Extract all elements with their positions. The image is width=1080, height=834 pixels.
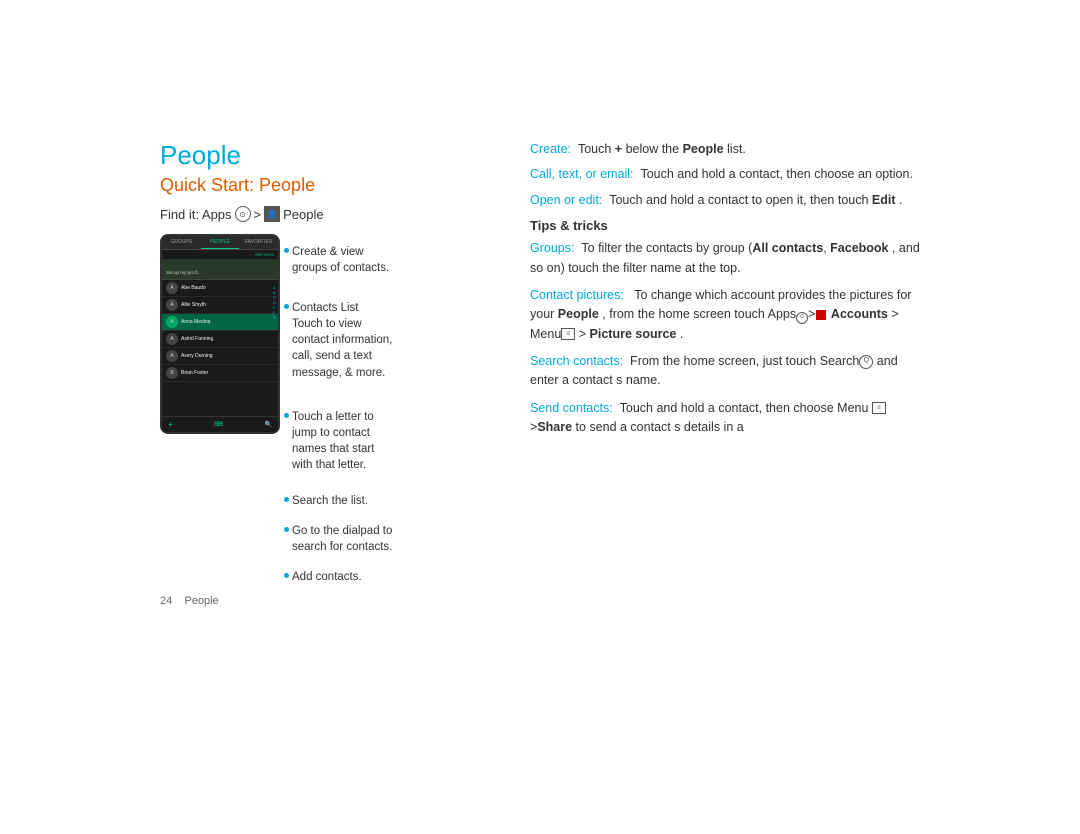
phone-setup-row: Set up my pro fi... <box>162 259 278 280</box>
page-container: People Quick Start: People Find it: Apps… <box>0 0 1080 834</box>
phone-letter-index: A B C D E F G <box>273 286 276 320</box>
tip-search-contacts: Search contacts: From the home screen, j… <box>530 352 920 391</box>
callout-search: Search the list. <box>292 493 392 509</box>
section-call-text-email: Call, text, or email: Touch and hold a c… <box>530 165 920 184</box>
phone-contact-abe: A Abe Baudo <box>162 280 278 297</box>
tip-groups: Groups: To filter the contacts by group … <box>530 239 920 278</box>
avatar-avery: A <box>166 350 178 362</box>
arrow-separator: > <box>254 207 262 222</box>
phone-contact-brian: B Brian Foster <box>162 365 278 382</box>
phone-mockup: GROUPS PEOPLE FAVORITES SEP 20/21 Set up… <box>160 234 280 434</box>
menu-icon: ≡ <box>561 328 575 340</box>
tip-groups-label: Groups: <box>530 241 574 255</box>
tip-send-contacts-label: Send contacts: <box>530 401 613 415</box>
callout-dot-letter <box>284 413 289 418</box>
callout-groups: Create & viewgroups of contacts. <box>292 244 392 276</box>
callout-dot-contacts <box>284 304 289 309</box>
callout-dot-groups <box>284 248 289 253</box>
find-it: Find it: Apps ⊙ > 👤 People <box>160 206 500 222</box>
red-square-icon <box>816 310 826 320</box>
callout-contacts-list: Contacts ListTouch to viewcontact inform… <box>292 300 392 380</box>
contact-name-abe: Abe Baudo <box>181 285 206 291</box>
phone-and-callouts: GROUPS PEOPLE FAVORITES SEP 20/21 Set up… <box>160 234 500 585</box>
right-column: Create: Touch + below the People list. C… <box>530 140 920 607</box>
open-edit-line: Open or edit: Touch and hold a contact t… <box>530 191 920 210</box>
content-area: People Quick Start: People Find it: Apps… <box>160 140 920 607</box>
phone-tabs: GROUPS PEOPLE FAVORITES <box>162 236 278 250</box>
phone-tab-groups: GROUPS <box>162 236 201 249</box>
avatar-allie: A <box>166 299 178 311</box>
people-icon-small: 👤 <box>264 206 280 222</box>
create-label: Create: <box>530 142 571 156</box>
contact-name-anna: Anna Medina <box>181 319 210 325</box>
avatar-abe: A <box>166 282 178 294</box>
left-column: People Quick Start: People Find it: Apps… <box>160 140 500 607</box>
apps-icon: ⊙ <box>235 206 251 222</box>
section-create: Create: Touch + below the People list. <box>530 140 920 159</box>
callout-letter: Touch a letter tojump to contactnames th… <box>292 409 392 473</box>
dialpad-icon: ⌨ <box>214 421 223 428</box>
search-phone-icon: 🔍 <box>265 421 272 428</box>
phone-header: SEP 20/21 <box>162 250 278 259</box>
tip-groups-line: Groups: To filter the contacts by group … <box>530 239 920 278</box>
phone-bottom-bar: + ⌨ 🔍 <box>162 416 278 432</box>
search-icon: Q <box>859 355 873 369</box>
callout-add: Add contacts. <box>292 569 392 585</box>
menu-icon-2: ≡ <box>872 402 886 414</box>
section-open-edit: Open or edit: Touch and hold a contact t… <box>530 191 920 210</box>
subtitle: Quick Start: People <box>160 175 500 196</box>
phone-setup-text: Set up my pro fi... <box>166 270 201 275</box>
tip-contact-pictures: Contact pictures: To change which accoun… <box>530 286 920 344</box>
phone-tab-favorites: FAVORITES <box>239 236 278 249</box>
call-text-email-label: Call, text, or email: <box>530 167 634 181</box>
phone-header-date: SEP 20/21 <box>255 252 274 257</box>
phone-wrapper: GROUPS PEOPLE FAVORITES SEP 20/21 Set up… <box>160 234 280 434</box>
callout-lines: Create & viewgroups of contacts. Contact… <box>280 234 392 585</box>
callout-dot-search <box>284 497 289 502</box>
page-number-area: 24 People <box>160 595 500 607</box>
phone-contact-allie: A Allie Smyth <box>162 297 278 314</box>
avatar-brian: B <box>166 367 178 379</box>
contact-name-allie: Allie Smyth <box>181 302 206 308</box>
callout-dot-add <box>284 573 289 578</box>
page-label: People <box>184 595 218 607</box>
callout-dialpad: Go to the dialpad tosearch for contacts. <box>292 523 392 555</box>
phone-contact-anna: A Anna Medina <box>162 314 278 331</box>
find-it-suffix: People <box>283 207 323 222</box>
find-it-prefix: Find it: Apps <box>160 207 232 222</box>
contact-name-astrid: Astrid Fanning <box>181 336 213 342</box>
tip-contact-pictures-label: Contact pictures: <box>530 288 624 302</box>
call-text-email-line: Call, text, or email: Touch and hold a c… <box>530 165 920 184</box>
tip-send-contacts-line: Send contacts: Touch and hold a contact,… <box>530 399 920 438</box>
tip-search-contacts-line: Search contacts: From the home screen, j… <box>530 352 920 391</box>
phone-contact-astrid: A Astrid Fanning <box>162 331 278 348</box>
tip-send-contacts: Send contacts: Touch and hold a contact,… <box>530 399 920 438</box>
open-edit-label: Open or edit: <box>530 193 602 207</box>
contact-name-brian: Brian Foster <box>181 370 208 376</box>
page-number: 24 <box>160 595 172 607</box>
tip-contact-pictures-line: Contact pictures: To change which accoun… <box>530 286 920 344</box>
contact-name-avery: Avery Durning <box>181 353 213 359</box>
avatar-astrid: A <box>166 333 178 345</box>
callout-dot-dialpad <box>284 527 289 532</box>
phone-contact-avery: A Avery Durning <box>162 348 278 365</box>
phone-tab-people: PEOPLE <box>201 236 240 249</box>
main-title: People <box>160 140 500 171</box>
create-line: Create: Touch + below the People list. <box>530 140 920 159</box>
add-icon: + <box>168 420 173 429</box>
tips-heading: Tips & tricks <box>530 218 920 233</box>
avatar-anna: A <box>166 316 178 328</box>
letter-g: G <box>273 316 276 320</box>
tip-search-contacts-label: Search contacts: <box>530 354 623 368</box>
